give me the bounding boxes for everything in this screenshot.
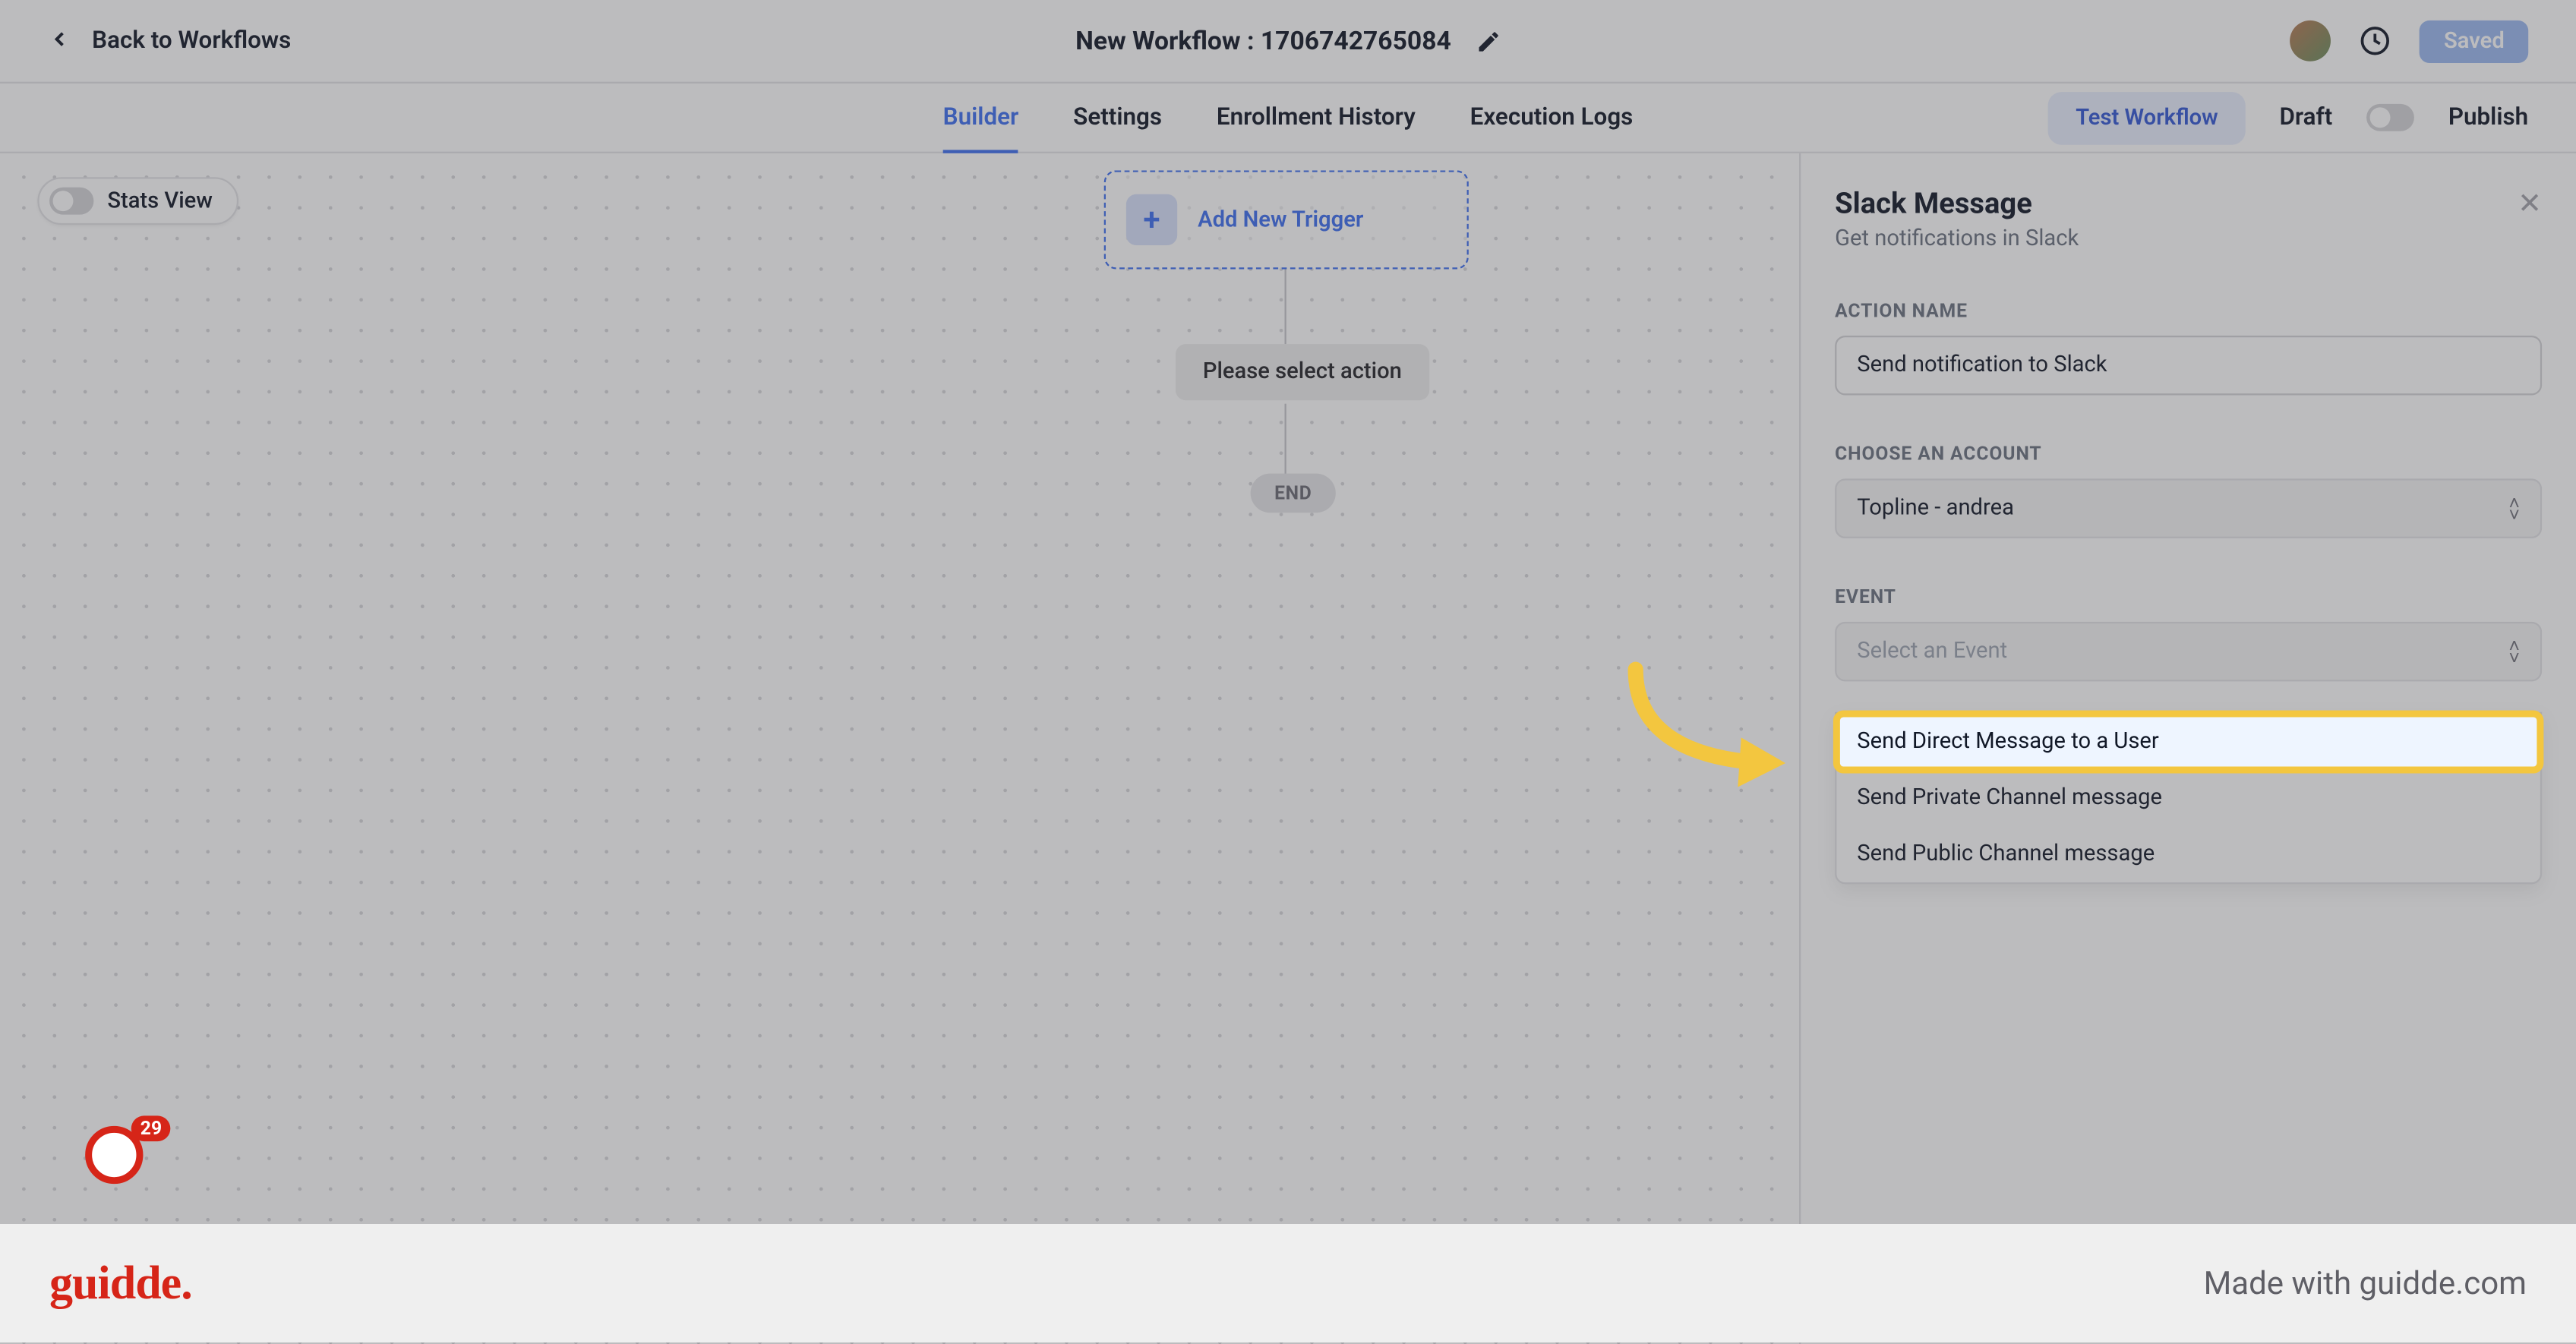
connector-line [1285, 404, 1286, 479]
dropdown-item-private[interactable]: Send Private Channel message [1836, 770, 2540, 826]
saved-button[interactable]: Saved [2420, 20, 2529, 62]
tab-enrollment-history[interactable]: Enrollment History [1217, 84, 1416, 152]
connector-line [1285, 269, 1286, 344]
workflow-title: New Workflow : 1706742765084 [1075, 26, 1451, 56]
tab-bar: Builder Settings Enrollment History Exec… [0, 84, 2576, 153]
edit-icon[interactable] [1475, 28, 1501, 54]
topbar-right: Saved [2290, 20, 2528, 62]
chevron-updown-icon: ˄˅ [2509, 497, 2520, 520]
select-action-node[interactable]: Please select action [1176, 344, 1429, 400]
tab-builder[interactable]: Builder [943, 84, 1019, 152]
tab-execution-logs[interactable]: Execution Logs [1470, 84, 1634, 152]
guidde-logo: guidde [49, 1257, 192, 1311]
dropdown-item-public[interactable]: Send Public Channel message [1836, 826, 2540, 882]
avatar[interactable] [2290, 21, 2331, 62]
toggle-icon [49, 188, 93, 215]
dropdown-item-dm[interactable]: Send Direct Message to a User [1836, 714, 2540, 770]
tab-settings[interactable]: Settings [1073, 84, 1162, 152]
stats-view-toggle[interactable]: Stats View [37, 177, 238, 225]
chevron-left-icon [48, 23, 71, 58]
test-workflow-button[interactable]: Test Workflow [2048, 91, 2245, 144]
publish-label: Publish [2448, 104, 2528, 131]
choose-account-label: CHOOSE AN ACCOUNT [1835, 443, 2542, 465]
event-dropdown: Send Direct Message to a User Send Priva… [1835, 712, 2542, 885]
close-icon[interactable]: ✕ [2518, 188, 2542, 222]
event-placeholder: Select an Event [1857, 639, 2007, 664]
action-name-input[interactable] [1835, 336, 2542, 396]
publish-toggle[interactable] [2366, 104, 2414, 131]
back-label: Back to Workflows [92, 27, 291, 55]
plus-icon: + [1126, 194, 1177, 245]
add-trigger-node[interactable]: + Add New Trigger [1104, 170, 1469, 269]
side-panel: Slack Message Get notifications in Slack… [1799, 153, 2576, 1344]
add-trigger-label: Add New Trigger [1198, 207, 1363, 233]
workflow-title-group: New Workflow : 1706742765084 [1075, 26, 1501, 56]
event-select[interactable]: Select an Event ˄˅ [1835, 622, 2542, 682]
top-bar: Back to Workflows New Workflow : 1706742… [0, 0, 2576, 84]
badge-count: 29 [132, 1115, 171, 1141]
footer: guidde Made with guidde.com [0, 1224, 2576, 1342]
history-icon[interactable] [2359, 24, 2393, 58]
guidde-badge[interactable]: 29 [85, 1126, 153, 1194]
stats-view-label: Stats View [107, 188, 213, 214]
event-label: EVENT [1835, 586, 2542, 608]
made-with-text: Made with guidde.com [2204, 1265, 2527, 1302]
chevron-updown-icon: ˄˅ [2509, 639, 2520, 663]
panel-title: Slack Message [1835, 188, 2079, 222]
account-value: Topline - andrea [1857, 496, 2014, 522]
panel-subtitle: Get notifications in Slack [1835, 226, 2079, 252]
action-name-label: ACTION NAME [1835, 300, 2542, 322]
account-select[interactable]: Topline - andrea ˄˅ [1835, 478, 2542, 538]
end-node: END [1251, 474, 1336, 513]
draft-label: Draft [2279, 104, 2332, 131]
workflow-canvas[interactable]: Stats View + Add New Trigger Please sele… [0, 153, 1799, 1344]
back-link[interactable]: Back to Workflows [48, 23, 291, 58]
